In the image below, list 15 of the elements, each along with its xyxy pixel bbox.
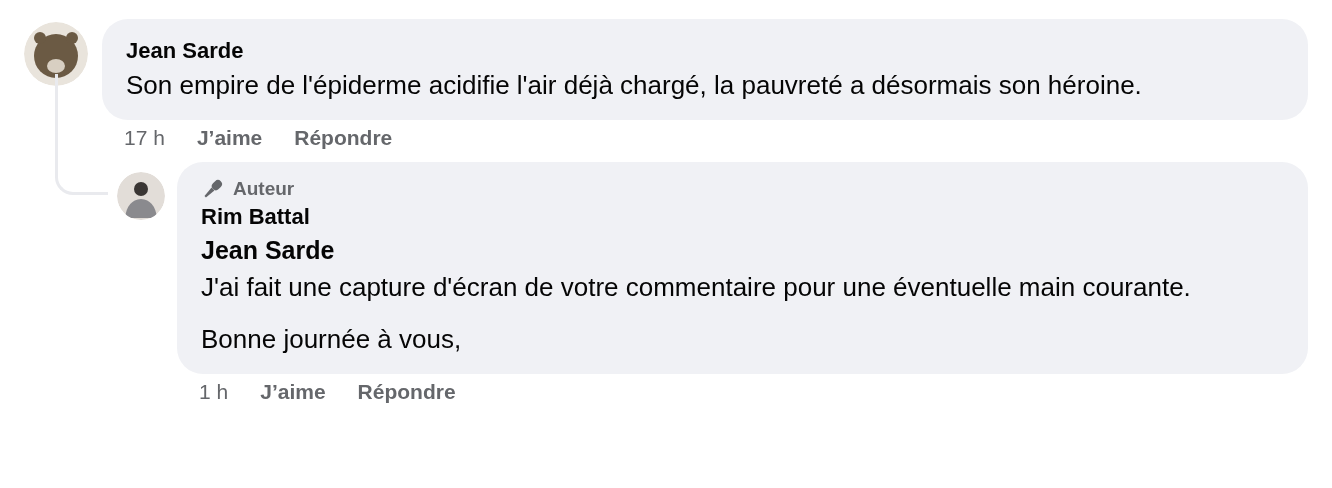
comment-text: J'ai fait une capture d'écran de votre commentaire pour une éventuelle main courante. [201,271,1191,304]
author-name[interactable]: Rim Battal [201,202,310,232]
avatar[interactable] [24,22,88,86]
reply-link[interactable]: Répondre [357,377,456,407]
timestamp[interactable]: 1 h [199,377,229,407]
mention-link[interactable]: Jean Sarde [201,232,335,268]
like-link[interactable]: J’aime [260,377,326,407]
author-name[interactable]: Jean Sarde [126,36,244,66]
avatar[interactable] [117,172,165,220]
timestamp[interactable]: 17 h [124,123,165,153]
author-label: Auteur [233,177,295,201]
comment-text: Bonne journée à vous, [201,323,462,356]
reply-link[interactable]: Répondre [294,123,393,153]
comment-text: Son empire de l'épiderme acidifie l'air déjà chargé, la pauvreté a désormais son héroine. [126,69,1142,102]
like-link[interactable]: J’aime [196,123,263,153]
